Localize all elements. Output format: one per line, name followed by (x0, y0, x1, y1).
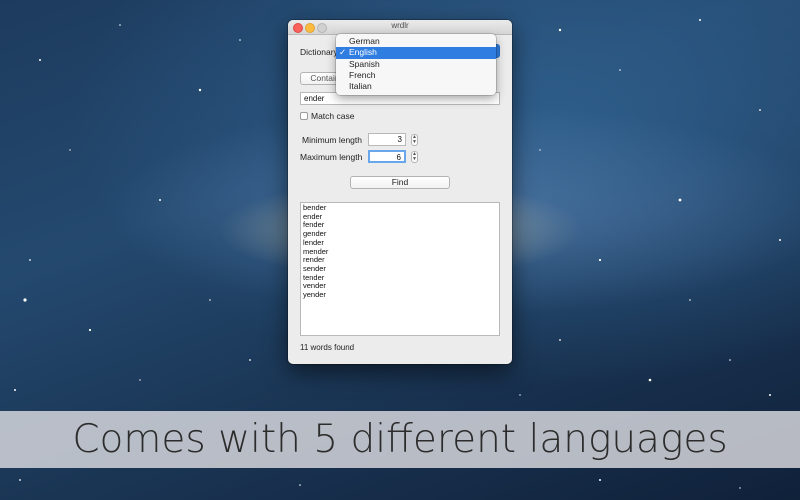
list-item[interactable]: lender (303, 238, 497, 248)
find-button[interactable]: Find (350, 176, 450, 189)
menu-item-italian[interactable]: Italian (336, 81, 496, 92)
list-item[interactable]: mender (303, 247, 497, 257)
list-item[interactable]: vender (303, 282, 497, 291)
list-item[interactable]: tender (303, 273, 497, 283)
chevron-down-icon: ▼ (412, 156, 417, 162)
min-length-input[interactable]: 3 (368, 133, 406, 146)
menu-item-label: French (349, 69, 376, 80)
list-item[interactable]: sender (303, 264, 497, 274)
menu-item-french[interactable]: French (336, 70, 496, 81)
menu-item-english[interactable]: ✓ English (336, 47, 496, 59)
list-item[interactable]: fender (303, 221, 497, 230)
menu-item-label: Italian (349, 81, 372, 92)
match-case-label: Match case (311, 111, 355, 121)
checkmark-icon: ✓ (339, 47, 347, 58)
promo-banner: Comes with 5 different languages (0, 411, 800, 468)
menu-item-label: German (349, 36, 380, 46)
menu-item-german[interactable]: German (336, 36, 496, 47)
results-list[interactable]: bender ender fender gender lender mender… (300, 202, 500, 336)
dictionary-dropdown-menu: German ✓ English Spanish French Italian (336, 34, 496, 95)
max-length-input[interactable]: 6 (368, 150, 406, 163)
menu-item-label: English (349, 47, 377, 58)
list-item[interactable]: render (303, 256, 497, 265)
menu-item-spanish[interactable]: Spanish (336, 59, 496, 70)
list-item[interactable]: bender (303, 203, 497, 213)
list-item[interactable]: yender (303, 290, 497, 300)
dictionary-label: Dictionary (300, 47, 338, 57)
window-title: wrdlr (391, 21, 409, 30)
match-case-checkbox[interactable] (300, 112, 308, 120)
list-item[interactable]: gender (303, 229, 497, 239)
chevron-down-icon: ▼ (412, 139, 417, 145)
max-length-stepper[interactable]: ▲ ▼ (411, 151, 418, 163)
status-text: 11 words found (300, 343, 355, 352)
min-length-stepper[interactable]: ▲ ▼ (411, 134, 418, 146)
max-length-label: Maximum length (300, 152, 363, 162)
title-bar: wrdlr (288, 20, 512, 35)
min-length-label: Minimum length (302, 135, 362, 145)
list-item[interactable]: ender (303, 212, 497, 222)
menu-item-label: Spanish (349, 58, 380, 69)
